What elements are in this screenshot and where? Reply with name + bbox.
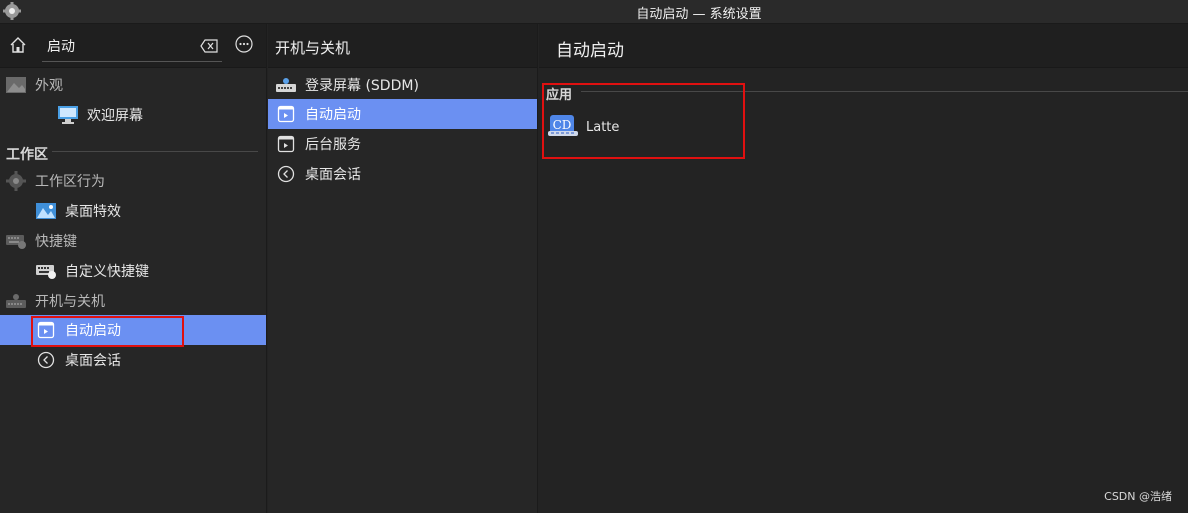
title-bar: 自动启动 — 系统设置: [0, 0, 1188, 24]
content-header: 自动启动: [539, 24, 1188, 68]
subcategory-item-login-screen[interactable]: 登录屏幕 (SDDM): [268, 70, 537, 100]
login-screen-icon: [275, 74, 297, 96]
search-field: [42, 32, 222, 62]
section-divider: [581, 91, 1188, 92]
sidebar-category-shortcuts[interactable]: 快捷键: [0, 226, 266, 256]
autostart-icon: [35, 319, 57, 341]
app-item-label: Latte: [586, 119, 620, 135]
sidebar-item-label: 快捷键: [35, 234, 77, 250]
subcategory-item-session[interactable]: 桌面会话: [268, 159, 537, 189]
sidebar-category-appearance[interactable]: 外观: [0, 70, 266, 100]
sidebar-item-custom-shortcuts[interactable]: 自定义快捷键: [0, 256, 266, 286]
sidebar-item-label: 自动启动: [65, 323, 121, 339]
subcategory-item-label: 自动启动: [305, 107, 361, 123]
sidebar-category-workspace-behavior[interactable]: 工作区行为: [0, 166, 266, 196]
sidebar-category-startup-shutdown[interactable]: 开机与关机: [0, 286, 266, 316]
latte-dock-icon: CD: [548, 114, 578, 140]
sidebar-item-label: 外观: [35, 78, 63, 94]
startup-shutdown-icon: [5, 290, 27, 312]
background-services-icon: [275, 133, 297, 155]
sidebar-item-label: 欢迎屏幕: [87, 108, 143, 124]
subcategory-panel: 开机与关机 登录屏幕 (SDDM) 自动启动 后台服务 桌面会话: [268, 24, 538, 513]
sidebar-header: [0, 24, 266, 68]
subcategory-item-label: 登录屏幕 (SDDM): [305, 78, 419, 94]
session-icon: [275, 163, 297, 185]
sidebar-item-label: 工作区行为: [35, 174, 105, 190]
subcategory-item-label: 后台服务: [305, 137, 361, 153]
appearance-icon: [5, 74, 27, 96]
custom-shortcuts-icon: [35, 260, 57, 282]
sidebar-item-label: 自定义快捷键: [65, 264, 149, 280]
sidebar-item-welcome-screen[interactable]: 欢迎屏幕: [0, 100, 266, 130]
sidebar: 外观 欢迎屏幕 工作区 工作区行为 桌面特效 快捷键 自定义快捷键: [0, 24, 267, 513]
watermark: CSDN @浩绪: [1104, 490, 1172, 503]
more-options-icon[interactable]: [234, 34, 254, 54]
sidebar-item-label: 桌面特效: [65, 204, 121, 220]
sidebar-item-autostart[interactable]: 自动启动: [0, 315, 266, 345]
subcategory-item-background-services[interactable]: 后台服务: [268, 129, 537, 159]
search-input[interactable]: [42, 32, 192, 60]
autostart-icon: [275, 103, 297, 125]
subcategory-header: 开机与关机: [268, 24, 537, 68]
desktop-effects-icon: [35, 200, 57, 222]
section-title-apps: 应用: [546, 88, 573, 103]
workspace-behavior-icon: [5, 170, 27, 192]
section-title-workspace: 工作区: [6, 147, 48, 163]
subcategory-item-autostart[interactable]: 自动启动: [268, 99, 537, 129]
sidebar-item-desktop-effects[interactable]: 桌面特效: [0, 196, 266, 226]
sidebar-item-label: 桌面会话: [65, 353, 121, 369]
subcategory-title: 开机与关机: [275, 39, 351, 57]
session-icon: [35, 349, 57, 371]
sidebar-item-label: 开机与关机: [35, 294, 105, 310]
svg-text:CD: CD: [553, 118, 572, 132]
backspace-clear-icon[interactable]: [200, 39, 218, 53]
welcome-screen-icon: [57, 104, 79, 126]
app-item-latte[interactable]: CD Latte: [539, 112, 729, 142]
subcategory-item-label: 桌面会话: [305, 167, 361, 183]
home-icon[interactable]: [8, 35, 28, 55]
sidebar-item-session[interactable]: 桌面会话: [0, 345, 266, 375]
page-title: 自动启动: [556, 41, 624, 61]
window-title: 自动启动 — 系统设置: [636, 7, 762, 22]
keyboard-icon: [5, 230, 27, 252]
section-divider: [52, 151, 258, 152]
content-panel: 自动启动 应用 CD Latte CSDN @浩绪: [539, 24, 1188, 513]
